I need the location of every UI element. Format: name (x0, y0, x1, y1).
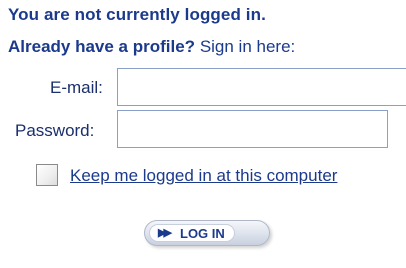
email-label: E-mail: (50, 78, 103, 97)
log-in-button[interactable]: ▶▶ LOG IN (144, 220, 270, 246)
password-input[interactable] (117, 110, 388, 148)
password-label: Password: (15, 121, 95, 140)
sign-in-prompt: Already have a profile? Sign in here: (8, 37, 295, 57)
keep-logged-in-checkbox[interactable] (36, 164, 58, 186)
keep-logged-in-label[interactable]: Keep me logged in at this computer (70, 166, 337, 186)
sign-in-hint-text: Sign in here: (199, 37, 296, 56)
log-in-button-label: LOG IN (180, 226, 225, 241)
login-panel: You are not currently logged in. Already… (0, 0, 406, 268)
profile-prompt-text: Already have a profile? (8, 37, 196, 56)
double-arrow-right-icon: ▶▶ (158, 227, 172, 239)
email-input[interactable] (117, 68, 406, 106)
login-status-heading: You are not currently logged in. (8, 5, 266, 24)
log-in-button-face: ▶▶ LOG IN (149, 224, 235, 242)
